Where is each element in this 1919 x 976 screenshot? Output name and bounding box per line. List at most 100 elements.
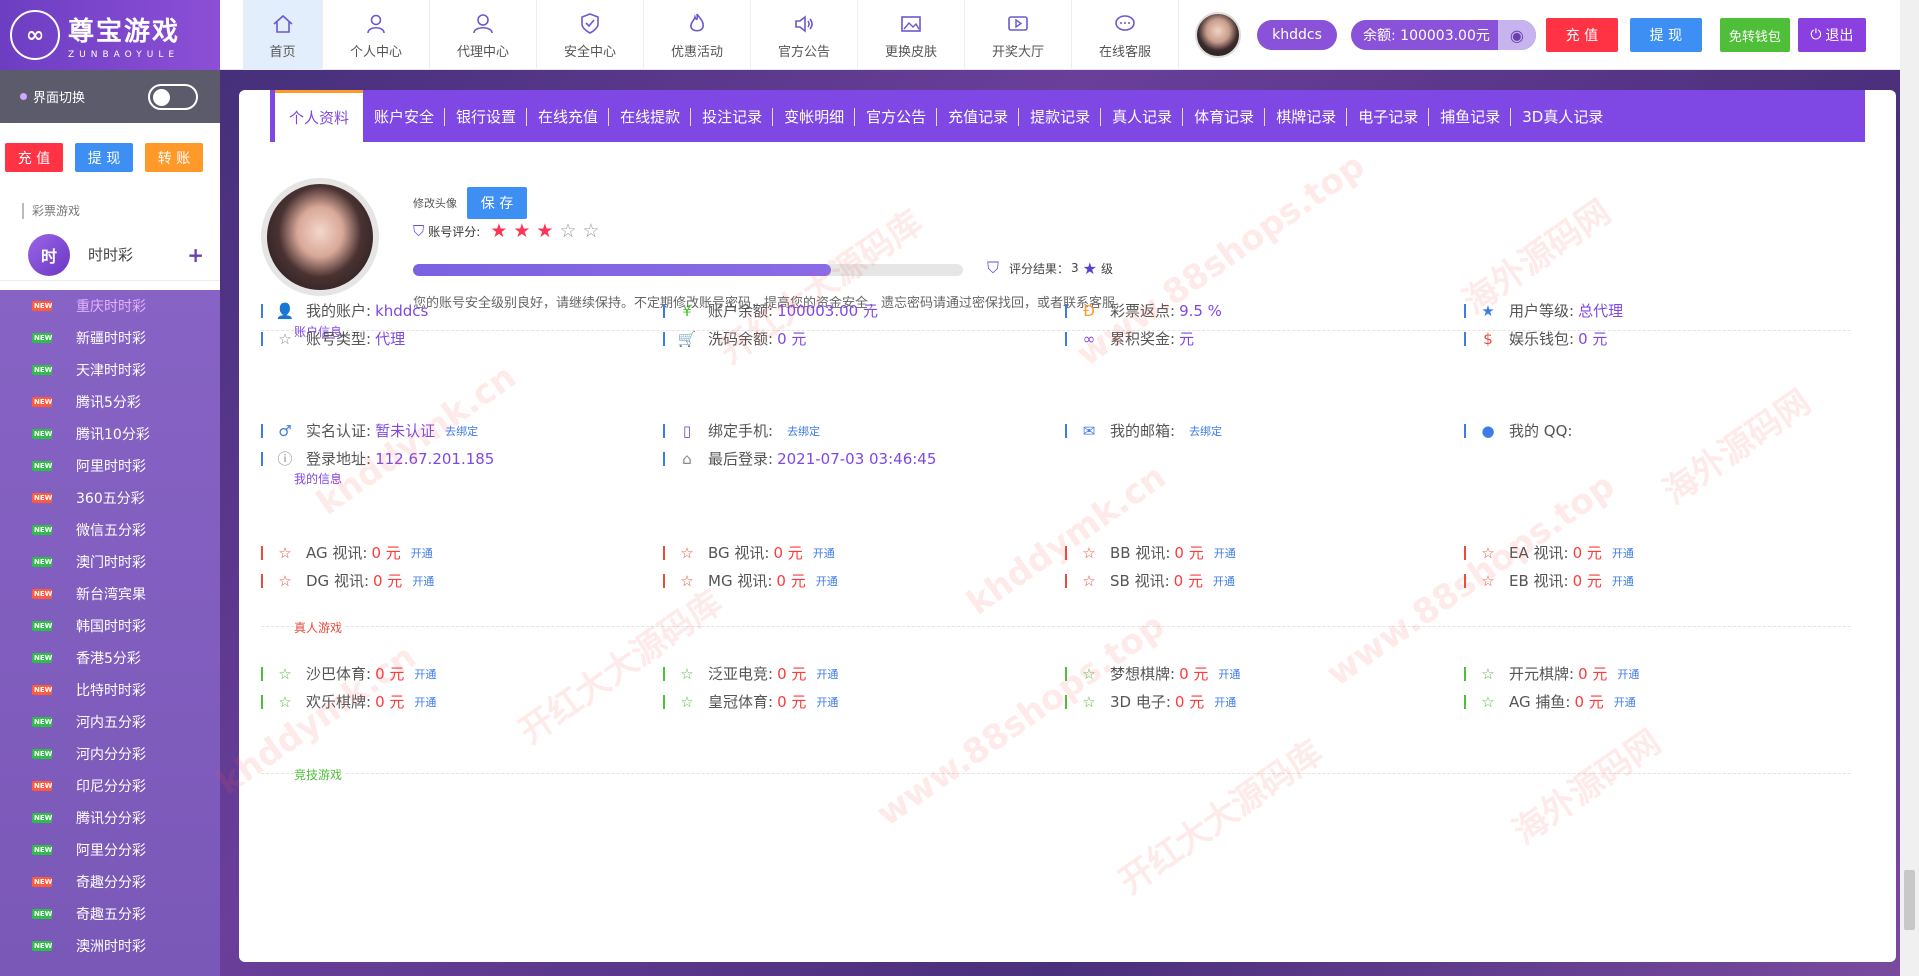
row-action-link[interactable]: 去绑定 — [1189, 423, 1222, 439]
nav-item-5[interactable]: 官方公告 — [751, 0, 858, 70]
main-panel: 个人资料 账户安全 银行设置 在线充值 在线提款 投注记录 变帐明细 官方公告 充值记录 提款记录… — [239, 90, 1896, 962]
game-item[interactable]: NEW 阿里分分彩 — [0, 834, 220, 866]
tab-0[interactable]: 个人资料 — [275, 90, 364, 142]
row-action-link[interactable]: 开通 — [414, 694, 436, 710]
tab-3[interactable]: 在线充值 — [527, 90, 610, 142]
tab-2[interactable]: 银行设置 — [445, 90, 528, 142]
game-item[interactable]: NEW 腾讯10分彩 — [0, 418, 220, 450]
row-value: 0 元 — [375, 693, 405, 711]
game-item[interactable]: NEW 奇趣分分彩 — [0, 866, 220, 898]
nav-item-8[interactable]: 在线客服 — [1072, 0, 1179, 70]
game-item[interactable]: NEW 天津时时彩 — [0, 354, 220, 386]
tab-13[interactable]: 电子记录 — [1347, 90, 1430, 142]
tab-1[interactable]: 账户安全 — [363, 90, 446, 142]
new-badge: NEW — [32, 813, 53, 823]
game-item[interactable]: NEW 澳门时时彩 — [0, 546, 220, 578]
withdraw-button[interactable]: 提 现 — [1629, 18, 1702, 52]
row-action-link[interactable]: 开通 — [813, 545, 835, 561]
info-row: ✉ 我的邮箱: 去绑定 — [1065, 420, 1222, 441]
tab-4[interactable]: 在线提款 — [609, 90, 692, 142]
row-action-link[interactable]: 开通 — [1214, 694, 1236, 710]
profile-avatar[interactable] — [261, 178, 379, 296]
row-label: 账户余额: — [708, 302, 774, 320]
yen-icon: ¥ — [682, 301, 692, 320]
scrollbar-thumb[interactable] — [1904, 870, 1915, 930]
page-scrollbar[interactable] — [1900, 0, 1919, 976]
row-action-link[interactable]: 去绑定 — [445, 423, 478, 439]
tab-5[interactable]: 投注记录 — [691, 90, 774, 142]
edit-avatar-label[interactable]: 修改头像 — [413, 195, 457, 211]
category-shishicai[interactable]: 时 时时彩 + — [0, 229, 220, 281]
row-action-link[interactable]: 开通 — [1614, 694, 1636, 710]
sidebar-withdraw-button[interactable]: 提 现 — [75, 143, 133, 172]
nav-item-1[interactable]: 个人中心 — [323, 0, 430, 70]
info-icon: ⓘ — [277, 450, 293, 468]
expand-plus-icon[interactable]: + — [187, 243, 204, 267]
nav-item-0[interactable]: 首页 — [243, 0, 323, 70]
game-item[interactable]: NEW 韩国时时彩 — [0, 610, 220, 642]
nav-item-4[interactable]: 优惠活动 — [644, 0, 751, 70]
row-marker — [663, 331, 665, 346]
tab-8[interactable]: 充值记录 — [937, 90, 1020, 142]
info-row: ∞ 累积奖金: 元 — [1065, 328, 1194, 349]
game-item[interactable]: NEW 重庆时时彩 — [0, 290, 220, 322]
info-row: ☆ 3D 电子: 0 元开通 — [1065, 691, 1236, 712]
recharge-button[interactable]: 充 值 — [1545, 18, 1618, 52]
tab-11[interactable]: 体育记录 — [1183, 90, 1266, 142]
row-value: 0 元 — [777, 330, 807, 348]
row-action-link[interactable]: 开通 — [411, 545, 433, 561]
nav-item-3[interactable]: 安全中心 — [537, 0, 644, 70]
game-item[interactable]: NEW 奇趣五分彩 — [0, 898, 220, 930]
game-item[interactable]: NEW 新台湾宾果 — [0, 578, 220, 610]
tab-9[interactable]: 提款记录 — [1019, 90, 1102, 142]
game-item[interactable]: NEW 腾讯5分彩 — [0, 386, 220, 418]
game-item[interactable]: NEW 澳洲时时彩 — [0, 930, 220, 962]
row-action-link[interactable]: 开通 — [1218, 666, 1240, 682]
avatar[interactable] — [1195, 12, 1241, 58]
eye-icon[interactable]: ◉ — [1497, 20, 1536, 50]
game-item[interactable]: NEW 微信五分彩 — [0, 514, 220, 546]
game-item[interactable]: NEW 河内分分彩 — [0, 738, 220, 770]
game-item[interactable]: NEW 香港5分彩 — [0, 642, 220, 674]
nav-item-2[interactable]: 代理中心 — [430, 0, 537, 70]
tab-10[interactable]: 真人记录 — [1101, 90, 1184, 142]
row-action-link[interactable]: 开通 — [816, 573, 838, 589]
tab-12[interactable]: 棋牌记录 — [1265, 90, 1348, 142]
row-action-link[interactable]: 开通 — [412, 573, 434, 589]
row-action-link[interactable]: 开通 — [414, 666, 436, 682]
sidebar-transfer-button[interactable]: 转 账 — [145, 143, 203, 172]
row-action-link[interactable]: 开通 — [1213, 573, 1235, 589]
nav-item-7[interactable]: 开奖大厅 — [965, 0, 1072, 70]
row-action-link[interactable]: 开通 — [1214, 545, 1236, 561]
game-item[interactable]: NEW 360五分彩 — [0, 482, 220, 514]
username-pill[interactable]: khddcs — [1257, 20, 1337, 50]
row-label: 账号类型: — [306, 330, 372, 348]
nav-label: 开奖大厅 — [991, 44, 1044, 60]
tab-7[interactable]: 官方公告 — [855, 90, 938, 142]
game-item[interactable]: NEW 新疆时时彩 — [0, 322, 220, 354]
theme-toggle[interactable] — [148, 83, 198, 110]
sidebar-recharge-button[interactable]: 充 值 — [5, 143, 63, 172]
row-action-link[interactable]: 开通 — [1612, 545, 1634, 561]
game-item[interactable]: NEW 比特时时彩 — [0, 674, 220, 706]
game-item[interactable]: NEW 阿里时时彩 — [0, 450, 220, 482]
info-row: Ð 彩票返点: 9.5 % — [1065, 300, 1222, 321]
logout-button[interactable]: ⏻ 退出 — [1797, 18, 1866, 52]
game-item[interactable]: NEW 印尼分分彩 — [0, 770, 220, 802]
nav-item-6[interactable]: 更换皮肤 — [858, 0, 965, 70]
star-outline-icon: ☆ — [1082, 571, 1096, 590]
game-item[interactable]: NEW 河内五分彩 — [0, 706, 220, 738]
tab-14[interactable]: 捕鱼记录 — [1429, 90, 1512, 142]
game-item[interactable]: NEW 腾讯分分彩 — [0, 802, 220, 834]
row-action-link[interactable]: 开通 — [1612, 573, 1634, 589]
row-action-link[interactable]: 去绑定 — [787, 423, 820, 439]
row-label: 梦想棋牌: — [1110, 665, 1176, 683]
tab-6[interactable]: 变帐明细 — [773, 90, 856, 142]
row-action-link[interactable]: 开通 — [1617, 666, 1639, 682]
brand-logo[interactable]: ∞ 尊宝游戏 ZUNBAOYULE — [0, 0, 220, 70]
free-wallet-button[interactable]: 免转钱包 — [1719, 18, 1790, 52]
row-action-link[interactable]: 开通 — [816, 694, 838, 710]
tab-15[interactable]: 3D真人记录 — [1511, 90, 1614, 142]
save-button[interactable]: 保 存 — [467, 187, 527, 219]
row-action-link[interactable]: 开通 — [816, 666, 838, 682]
